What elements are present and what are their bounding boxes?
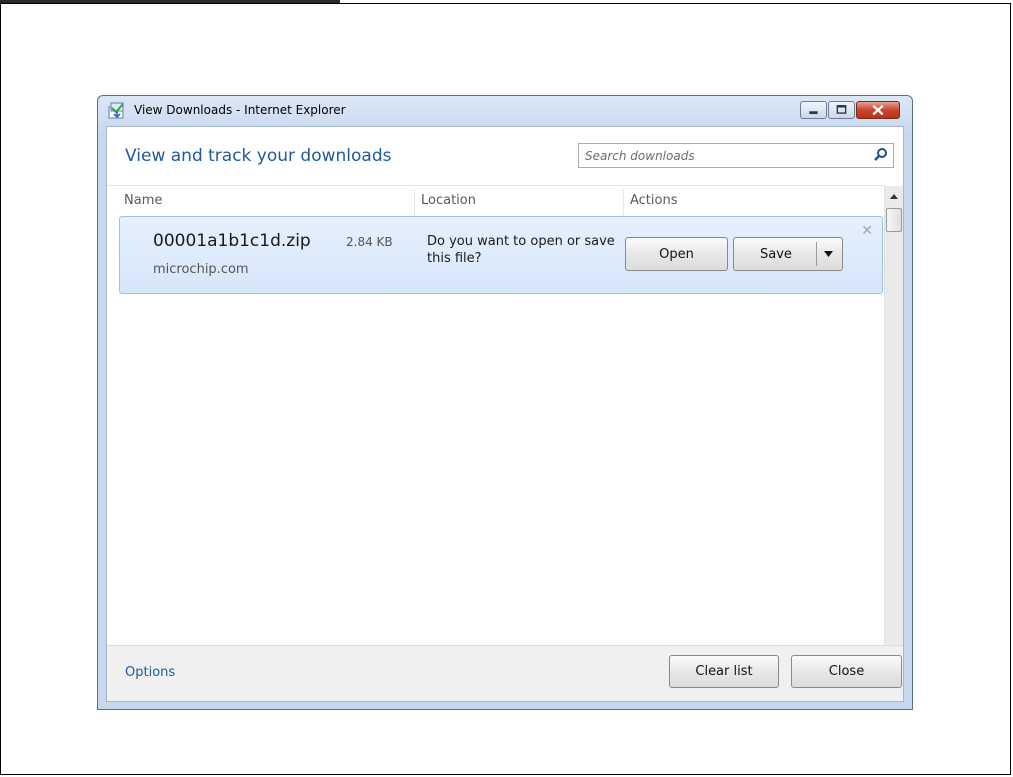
- clear-list-button[interactable]: Clear list: [669, 655, 779, 688]
- search-box[interactable]: [578, 143, 894, 168]
- search-input[interactable]: [585, 147, 865, 164]
- scroll-thumb[interactable]: [886, 208, 902, 232]
- window-title: View Downloads - Internet Explorer: [134, 103, 346, 117]
- downloads-panel: View and track your downloads Name Locat…: [106, 126, 904, 702]
- remove-item-icon[interactable]: ✕: [861, 223, 873, 239]
- scroll-up-icon[interactable]: [885, 188, 903, 205]
- chevron-down-icon[interactable]: [823, 250, 834, 258]
- close-button[interactable]: Close: [791, 655, 902, 688]
- minimize-button[interactable]: [800, 101, 827, 119]
- download-prompt: Do you want to open or save this file?: [427, 234, 615, 266]
- column-header-actions: Actions: [630, 193, 678, 208]
- file-size: 2.84 KB: [346, 235, 393, 249]
- page-title: View and track your downloads: [125, 146, 392, 166]
- maximize-icon: [836, 105, 847, 114]
- download-item[interactable]: 00001a1b1c1d.zip 2.84 KB microchip.com D…: [119, 216, 883, 294]
- download-manager-icon: [108, 102, 124, 119]
- dialog-footer: Options Clear list Close: [107, 645, 903, 701]
- column-header-name: Name: [124, 193, 163, 208]
- file-source: microchip.com: [153, 262, 249, 277]
- search-icon[interactable]: [873, 147, 889, 163]
- close-icon: [872, 104, 884, 116]
- minimize-icon: [809, 111, 818, 115]
- open-button[interactable]: Open: [625, 237, 728, 271]
- options-link[interactable]: Options: [125, 665, 175, 680]
- maximize-button[interactable]: [828, 101, 855, 119]
- downloads-window: View Downloads - Internet Explorer View: [97, 95, 913, 710]
- vertical-scrollbar[interactable]: [884, 186, 903, 677]
- close-window-button[interactable]: [856, 101, 900, 119]
- column-header-location: Location: [421, 193, 476, 208]
- save-label: Save: [760, 246, 792, 262]
- file-name: 00001a1b1c1d.zip: [153, 231, 311, 251]
- save-button[interactable]: Save: [733, 237, 843, 271]
- split-divider: [816, 242, 817, 266]
- window-controls: [799, 101, 900, 119]
- title-bar[interactable]: View Downloads - Internet Explorer: [98, 96, 912, 124]
